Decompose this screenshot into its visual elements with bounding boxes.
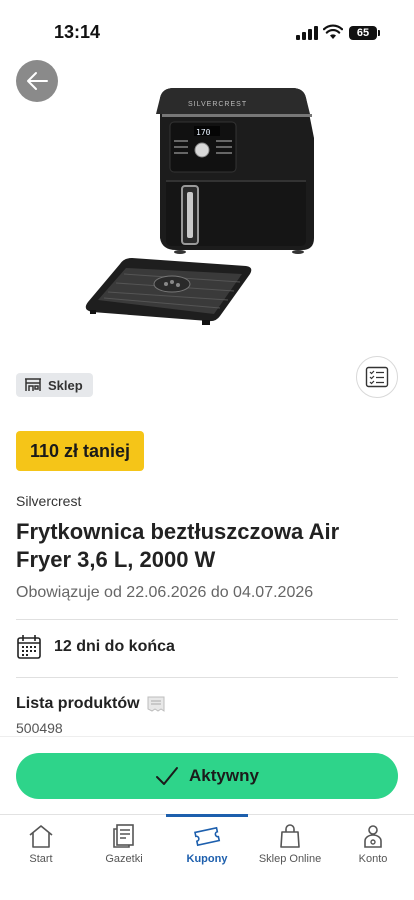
coupon-icon [194,826,221,847]
tab-label: Kupony [186,853,228,865]
tab-label: Sklep Online [258,853,322,865]
divider [16,619,398,620]
wifi-icon [323,24,343,39]
validity-period: Obowiązuje od 22.06.2026 do 04.07.2026 [16,584,314,601]
tab-label: Gazetki [105,853,143,865]
battery-indicator: 65 [349,26,380,40]
status-bar: 13:14 65 [0,0,414,60]
tab-kupony[interactable]: Kupony [166,814,248,875]
home-icon [29,825,53,848]
shopping-bag-icon [280,824,300,848]
divider [16,677,398,678]
tab-start[interactable]: Start [0,815,82,875]
store-badge: Sklep [16,373,93,397]
cellular-signal-icon [296,26,318,40]
tab-label: Konto [358,853,388,865]
store-icon [25,378,41,391]
product-brand: Silvercrest [16,493,82,509]
product-list-number: 500498 [16,720,63,736]
checkmark-icon [156,767,179,785]
bottom-tab-bar: Start Gazetki Kupony Sklep Online Konto [0,814,414,900]
leaflet-icon [113,824,134,848]
tab-label: Start [29,853,53,865]
tab-sklep-online[interactable]: Sklep Online [249,815,331,875]
status-time: 13:14 [54,22,101,42]
checklist-icon [365,366,389,388]
shopping-list-button[interactable] [356,356,398,398]
receipt-icon [147,696,165,712]
days-left-label: 12 dni do końca [54,638,175,655]
fryer-display-readout: 170 [196,128,211,137]
product-list-title: Lista produktów [16,695,166,713]
tab-gazetki[interactable]: Gazetki [83,815,165,875]
discount-badge: 110 zł taniej [16,431,145,471]
active-coupon-label: Aktywny [189,766,259,785]
product-list-title-text: Lista produktów [16,695,140,712]
svg-text:SILVERCREST: SILVERCREST [188,101,247,108]
tab-konto[interactable]: Konto [332,815,414,875]
product-image: SILVERCREST 170 [85,88,314,325]
arrow-left-icon [27,72,48,90]
product-title: Frytkownica beztłuszczowa Air Fryer 3,6 … [16,519,340,572]
active-coupon-button[interactable]: Aktywny [16,753,398,799]
account-icon [364,825,382,848]
back-button[interactable] [16,60,58,102]
days-left-row: 12 dni do końca [16,634,175,660]
store-badge-label: Sklep [48,377,83,393]
calendar-icon [17,635,41,659]
